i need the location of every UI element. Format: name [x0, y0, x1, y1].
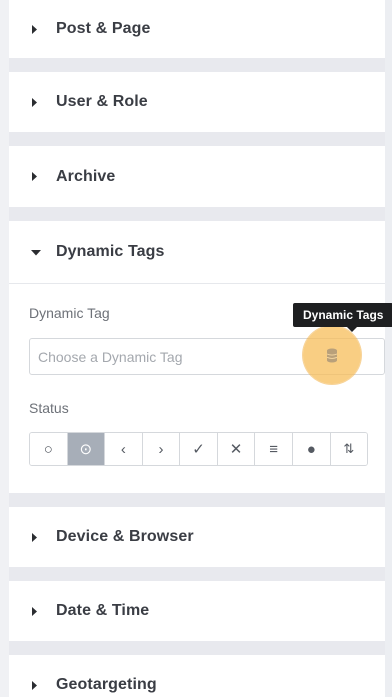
menu-lines-icon: ≡ [269, 440, 279, 458]
section-geotargeting[interactable]: Geotargeting [9, 655, 385, 697]
conditions-panel: Post & Page User & Role Archive Dynamic … [0, 0, 392, 697]
status-close-button[interactable]: ✕ [217, 433, 256, 465]
status-circle-outline-button[interactable]: ○ [30, 433, 68, 465]
section-device-browser[interactable]: Device & Browser [9, 507, 385, 567]
section-gap [9, 58, 385, 72]
caret-right-icon [31, 532, 51, 542]
caret-right-icon [31, 680, 51, 690]
section-gap [9, 641, 385, 655]
section-title: Archive [56, 167, 116, 185]
section-gap [9, 132, 385, 146]
sort-arrows-icon: ⇅ [343, 441, 355, 456]
section-date-time[interactable]: Date & Time [9, 581, 385, 641]
chevron-left-icon: ‹ [120, 440, 126, 458]
section-user-role[interactable]: User & Role [9, 72, 385, 132]
status-filled-circle-button[interactable]: ● [292, 433, 331, 465]
caret-right-icon [31, 97, 51, 107]
section-dynamic-tags[interactable]: Dynamic Tags [9, 221, 385, 283]
left-rail [0, 0, 9, 697]
caret-right-icon [31, 172, 51, 181]
status-choice-group: ○ ⊙ ‹ › ✓ ✕ ≡ ● ⇅ [29, 432, 368, 466]
caret-right-icon [31, 24, 51, 34]
circle-outline-icon: ○ [43, 440, 53, 458]
status-chevron-right-button[interactable]: › [142, 433, 181, 465]
status-sort-arrows-button[interactable]: ⇅ [330, 433, 367, 465]
filled-circle-icon: ● [306, 440, 316, 458]
status-label: Status [29, 400, 69, 416]
circle-dot-icon: ⊙ [79, 441, 93, 458]
check-icon: ✓ [192, 441, 205, 458]
section-gap [9, 493, 385, 507]
right-rail [385, 0, 392, 697]
status-chevron-left-button[interactable]: ‹ [105, 433, 143, 465]
close-icon: ✕ [229, 441, 243, 458]
database-icon [326, 348, 338, 363]
section-title: User & Role [56, 93, 148, 110]
section-post-page[interactable]: Post & Page [9, 0, 385, 58]
dynamic-tags-tooltip: Dynamic Tags [293, 303, 392, 332]
section-title: Geotargeting [56, 676, 157, 693]
select-placeholder: Choose a Dynamic Tag [38, 348, 183, 365]
section-archive[interactable]: Archive [9, 146, 385, 207]
section-title: Post & Page [56, 20, 151, 37]
status-menu-lines-button[interactable]: ≡ [255, 433, 293, 465]
status-check-button[interactable]: ✓ [180, 433, 218, 465]
section-title: Dynamic Tags [56, 243, 165, 260]
status-circle-dot-button[interactable]: ⊙ [67, 433, 106, 465]
caret-right-icon [31, 606, 51, 616]
dynamic-tags-button[interactable] [303, 326, 361, 384]
dynamic-tag-label: Dynamic Tag [29, 305, 110, 321]
dynamic-tags-controls: Dynamic Tag Dynamic Tags Choose a Dynami… [9, 283, 392, 493]
section-gap [9, 207, 385, 221]
section-title: Date & Time [56, 602, 150, 619]
section-title: Device & Browser [56, 528, 194, 545]
caret-down-icon [31, 249, 51, 256]
chevron-right-icon: › [158, 440, 164, 458]
section-gap [9, 567, 385, 581]
